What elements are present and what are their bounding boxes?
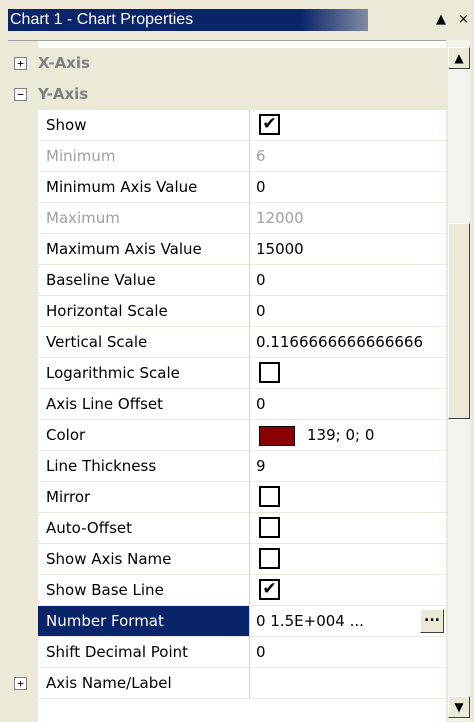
title-gradient (300, 9, 430, 31)
category-label: X-Axis (38, 54, 90, 72)
property-row-horizontal-scale[interactable]: Horizontal Scale 0 (8, 296, 446, 327)
property-row-maximum[interactable]: Maximum 12000 (8, 203, 446, 234)
property-name: Maximum (38, 203, 250, 234)
property-name: Number Format (38, 606, 250, 637)
property-row-vertical-scale[interactable]: Vertical Scale 0.1166666666666666 (8, 327, 446, 358)
property-value (251, 668, 446, 699)
property-value[interactable]: ✔ (251, 110, 446, 141)
property-name: Mirror (38, 482, 250, 513)
property-name: Axis Name/Label (38, 668, 250, 699)
expand-icon[interactable]: + (14, 677, 27, 690)
property-value: 6 (251, 141, 446, 172)
property-row-color[interactable]: Color 139; 0; 0 (8, 420, 446, 451)
logarithmic-scale-checkbox[interactable] (259, 362, 280, 383)
property-row-axis-line-offset[interactable]: Axis Line Offset 0 (8, 389, 446, 420)
property-value[interactable]: 139; 0; 0 (251, 420, 446, 451)
expand-icon[interactable]: + (14, 57, 27, 70)
category-axis-name-label[interactable]: + Axis Name/Label (8, 668, 446, 699)
property-grid: + X-Axis − Y-Axis Show ✔ Minimum 6 Minim… (8, 40, 446, 722)
property-row-show[interactable]: Show ✔ (8, 110, 446, 141)
color-value-text: 139; 0; 0 (307, 426, 375, 444)
scroll-up-icon[interactable]: ▲ (448, 47, 470, 69)
vertical-scrollbar[interactable]: ▲ ▼ (448, 40, 470, 721)
property-name: Logarithmic Scale (38, 358, 250, 389)
property-value[interactable]: 0 1.5E+004 ... ... (251, 606, 446, 637)
property-name: Baseline Value (38, 265, 250, 296)
property-value[interactable] (251, 544, 446, 575)
property-row-minimum-axis-value[interactable]: Minimum Axis Value 0 (8, 172, 446, 203)
property-value[interactable] (251, 513, 446, 544)
property-row-auto-offset[interactable]: Auto-Offset (8, 513, 446, 544)
property-row-number-format[interactable]: Number Format 0 1.5E+004 ... ... (8, 606, 446, 637)
property-value[interactable]: 0 (251, 296, 446, 327)
scrollbar-thumb[interactable] (448, 223, 470, 419)
category-x-axis[interactable]: + X-Axis (8, 48, 446, 79)
property-name: Maximum Axis Value (38, 234, 250, 265)
property-name: Color (38, 420, 250, 451)
property-name: Axis Line Offset (38, 389, 250, 420)
property-name: Line Thickness (38, 451, 250, 482)
collapse-icon[interactable]: − (14, 88, 27, 101)
property-row-maximum-axis-value[interactable]: Maximum Axis Value 15000 (8, 234, 446, 265)
property-value[interactable] (251, 482, 446, 513)
number-format-value: 0 1.5E+004 ... (256, 612, 364, 630)
property-row-show-axis-name[interactable]: Show Axis Name (8, 544, 446, 575)
property-name: Auto-Offset (38, 513, 250, 544)
scroll-down-icon[interactable]: ▼ (448, 696, 470, 718)
mirror-checkbox[interactable] (259, 486, 280, 507)
property-row-baseline-value[interactable]: Baseline Value 0 (8, 265, 446, 296)
auto-offset-checkbox[interactable] (259, 517, 280, 538)
property-row-shift-decimal-point[interactable]: Shift Decimal Point 0 (8, 637, 446, 668)
property-value[interactable]: 0 (251, 637, 446, 668)
property-row-line-thickness[interactable]: Line Thickness 9 (8, 451, 446, 482)
property-value[interactable]: 15000 (251, 234, 446, 265)
property-value[interactable]: 0 (251, 389, 446, 420)
property-row-minimum[interactable]: Minimum 6 (8, 141, 446, 172)
property-name: Show Axis Name (38, 544, 250, 575)
property-name: Show (38, 110, 250, 141)
property-name: Vertical Scale (38, 327, 250, 358)
category-y-axis[interactable]: − Y-Axis (8, 79, 446, 110)
property-row-mirror[interactable]: Mirror (8, 482, 446, 513)
close-icon[interactable]: × (458, 9, 469, 31)
property-value[interactable]: 0 (251, 265, 446, 296)
color-swatch[interactable] (259, 426, 295, 446)
property-value[interactable]: 0 (251, 172, 446, 203)
property-value[interactable]: ✔ (251, 575, 446, 606)
property-row-logarithmic-scale[interactable]: Logarithmic Scale (8, 358, 446, 389)
property-name: Show Base Line (38, 575, 250, 606)
property-value[interactable] (251, 358, 446, 389)
category-label: Y-Axis (38, 85, 89, 103)
property-value[interactable]: 0.1166666666666666 (251, 327, 446, 358)
property-name: Shift Decimal Point (38, 637, 250, 668)
show-axis-name-checkbox[interactable] (259, 548, 280, 569)
property-name: Minimum (38, 141, 250, 172)
property-value: 12000 (251, 203, 446, 234)
property-row-show-base-line[interactable]: Show Base Line ✔ (8, 575, 446, 606)
title-bar: Chart 1 - Chart Properties ▲ × (0, 0, 474, 39)
collapse-up-icon[interactable]: ▲ (436, 9, 446, 31)
property-name: Horizontal Scale (38, 296, 250, 327)
show-checkbox[interactable]: ✔ (259, 114, 280, 135)
property-name: Minimum Axis Value (38, 172, 250, 203)
ellipsis-button[interactable]: ... (420, 609, 444, 633)
show-base-line-checkbox[interactable]: ✔ (259, 579, 280, 600)
property-value[interactable]: 9 (251, 451, 446, 482)
